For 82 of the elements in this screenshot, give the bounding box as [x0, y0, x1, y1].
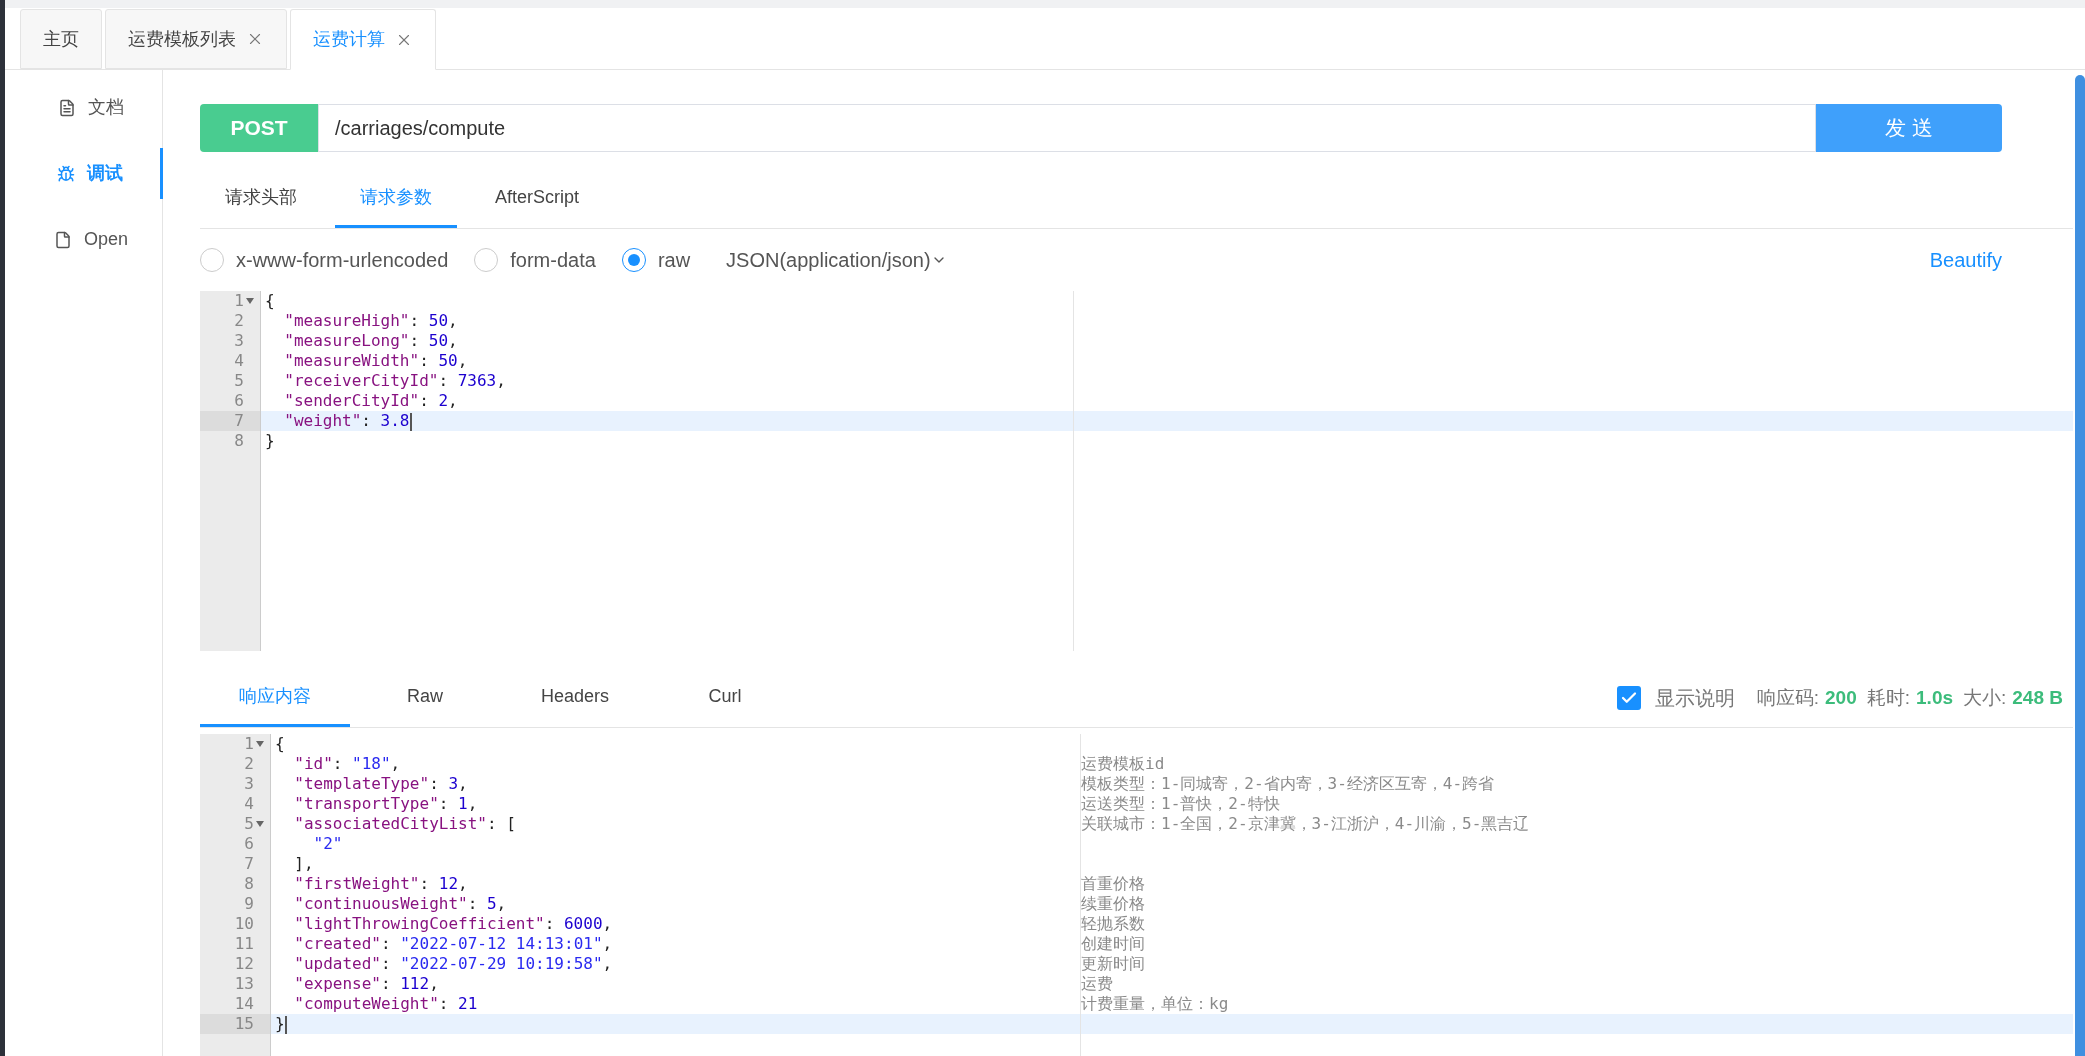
field-description: 创建时间 [1080, 934, 2073, 954]
page-tab[interactable]: 运费模板列表 [105, 9, 287, 69]
stat-value: 248 B [2012, 685, 2063, 710]
line-number: 8 [244, 874, 254, 894]
code-line: "2" [270, 834, 1080, 854]
line-number: 11 [234, 934, 254, 954]
field-description: 运费模板id [1080, 754, 2073, 774]
field-description: 更新时间 [1080, 954, 2073, 974]
checkbox-label[interactable]: 显示说明 [1654, 683, 1735, 713]
line-number: 7 [234, 411, 244, 431]
stat-value: 1.0s [1916, 685, 1953, 710]
line-number: 14 [234, 994, 254, 1014]
line-number: 7 [244, 854, 254, 874]
field-description: 续重价格 [1080, 894, 2073, 914]
body-type-radio[interactable]: form-data [474, 245, 596, 275]
request-tab[interactable]: 请求头部 [200, 170, 322, 228]
line-number: 5 [244, 814, 254, 834]
field-description: 模板类型：1-同城寄，2-省内寄，3-经济区互寄，4-跨省 [1080, 774, 2073, 794]
stat-label: 大小: [1963, 685, 2007, 710]
response-tab[interactable]: Raw [350, 669, 500, 727]
url-field[interactable]: /carriages/compute [318, 104, 1816, 152]
line-number: 15 [234, 1014, 254, 1034]
field-description: 轻抛系数 [1080, 914, 2073, 934]
code-line: "continuousWeight": 5, [270, 894, 1080, 914]
code-line: "created": "2022-07-12 14:13:01", [270, 934, 1080, 954]
code-line: "receiverCityId": 7363, [260, 371, 1073, 391]
line-number: 2 [234, 311, 244, 331]
stat-label: 响应码: [1756, 685, 1820, 710]
code-line: "measureLong": 50, [260, 331, 1073, 351]
line-number: 6 [234, 391, 244, 411]
request-tab[interactable]: AfterScript [470, 170, 605, 228]
line-number: 1 [234, 291, 244, 311]
field-description: 关联城市：1-全国，2-京津冀，3-江浙沪，4-川渝，5-黑吉辽 [1080, 814, 2073, 834]
code-line: "expense": 112, [270, 974, 1080, 994]
response-tab[interactable]: Curl [650, 669, 800, 727]
stat-label: 耗时: [1866, 685, 1911, 710]
line-number: 6 [244, 834, 254, 854]
code-line: "transportType": 1, [270, 794, 1080, 814]
code-line: "measureHigh": 50, [260, 311, 1073, 331]
sidebar-item[interactable]: 文档 [20, 82, 162, 133]
line-number: 3 [234, 331, 244, 351]
field-description: 运送类型：1-普快，2-特快 [1080, 794, 2073, 814]
fold-icon[interactable] [256, 741, 264, 747]
line-number: 5 [234, 371, 244, 391]
code-line: "id": "18", [270, 754, 1080, 774]
code-line: "updated": "2022-07-29 10:19:58", [270, 954, 1080, 974]
line-number: 3 [244, 774, 254, 794]
code-line: "templateType": 3, [270, 774, 1080, 794]
fold-icon[interactable] [246, 298, 254, 304]
file-icon [53, 230, 72, 249]
code-line: { [270, 734, 1080, 754]
field-description: 首重价格 [1080, 874, 2073, 894]
document-icon [58, 98, 76, 117]
code-line: "lightThrowingCoefficient": 6000, [270, 914, 1080, 934]
code-line: ], [270, 854, 1080, 874]
line-number: 1 [244, 734, 254, 754]
body-type-radio[interactable]: raw [621, 245, 691, 275]
bug-icon [57, 164, 75, 183]
page-tab[interactable]: 主页 [20, 9, 102, 69]
code-line: "measureWidth": 50, [260, 351, 1073, 371]
code-line: } [260, 431, 1073, 451]
response-tab[interactable]: Headers [500, 669, 650, 727]
scrollbar[interactable] [2075, 75, 2085, 1056]
line-number: 9 [244, 894, 254, 914]
body-type-radio[interactable]: x-www-form-urlencoded [200, 245, 449, 275]
field-description: 运费 [1080, 974, 2073, 994]
line-number: 8 [234, 431, 244, 451]
code-line: "associatedCityList": [ [270, 814, 1080, 834]
stat-value: 200 [1825, 685, 1857, 710]
code-line: { [260, 291, 1073, 311]
line-number: 12 [234, 954, 254, 974]
line-number: 4 [234, 351, 244, 371]
line-gutter [200, 1034, 270, 1056]
line-number: 2 [244, 754, 254, 774]
line-number: 10 [234, 914, 254, 934]
fold-icon[interactable] [256, 821, 264, 827]
line-number: 13 [234, 974, 254, 994]
checkbox[interactable] [1616, 686, 1641, 710]
content-type-dropdown[interactable]: JSON(application/json) [726, 245, 947, 275]
line-number: 4 [244, 794, 254, 814]
code-line: "firstWeight": 12, [270, 874, 1080, 894]
sidebar-item[interactable]: Open [20, 214, 162, 265]
